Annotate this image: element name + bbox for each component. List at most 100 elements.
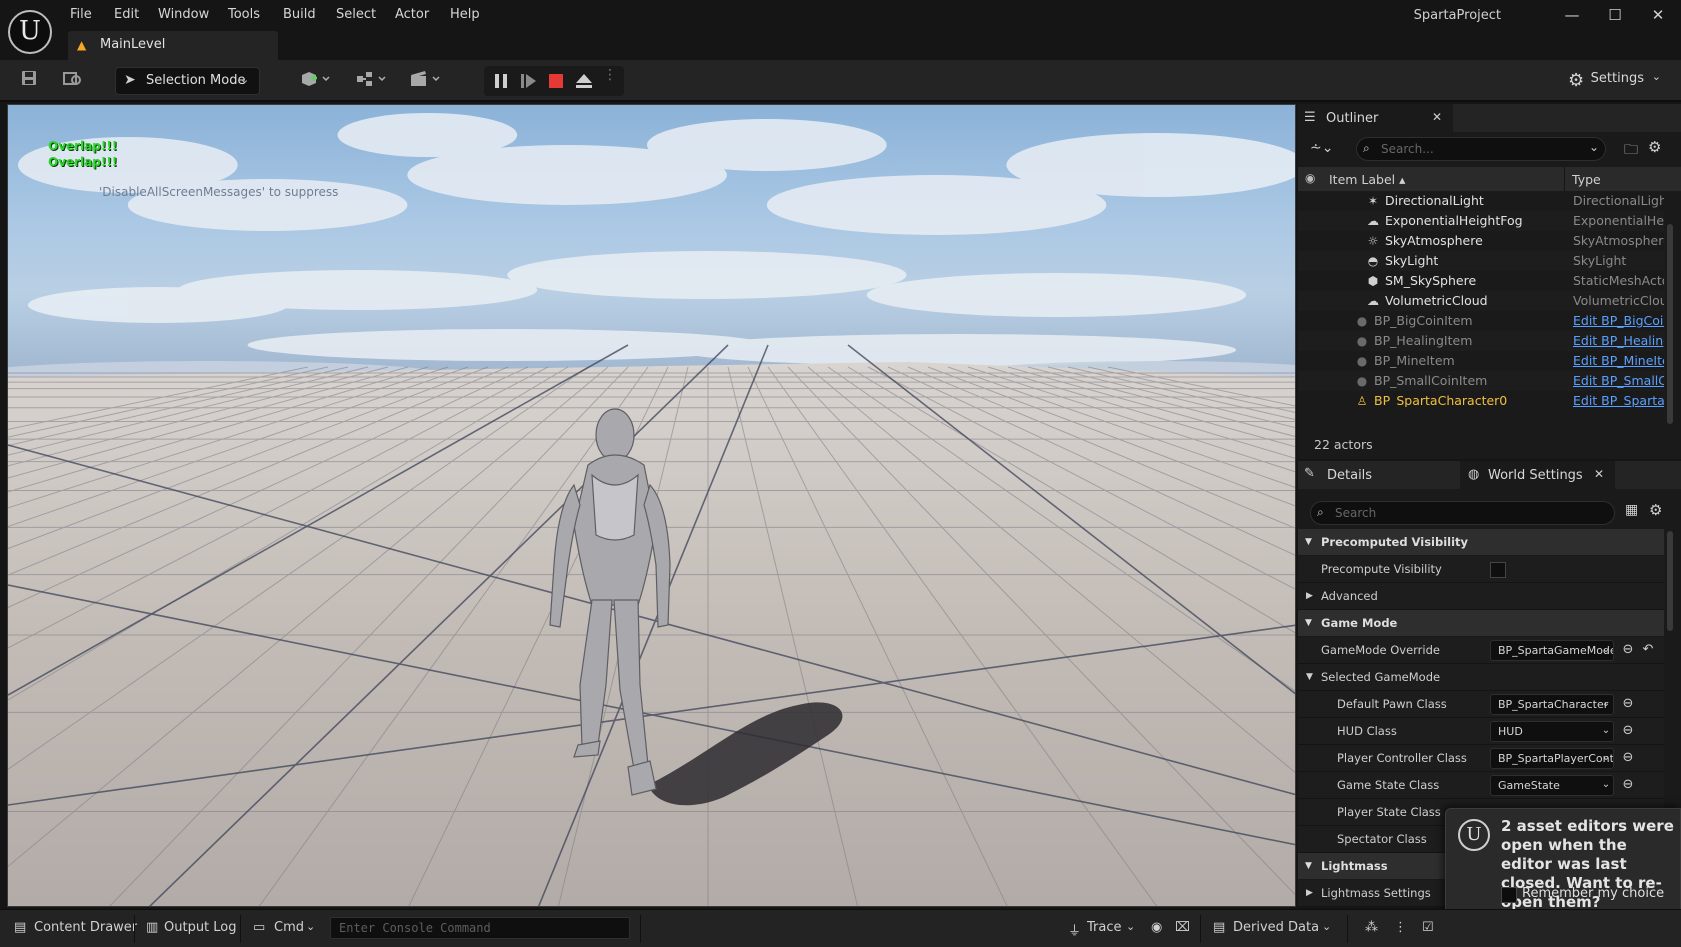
source-control-icon[interactable]: ⁂ xyxy=(1365,920,1378,935)
pause-icon[interactable] xyxy=(493,73,509,89)
advanced-section[interactable]: ▶ Advanced xyxy=(1298,583,1664,610)
outliner-item-type: DirectionalLight xyxy=(1573,193,1664,208)
unreal-logo-icon[interactable]: U xyxy=(8,10,52,54)
globe-icon: ◍ xyxy=(1468,467,1480,482)
outliner-row[interactable]: ● BP_HealingItem Edit BP_HealingItem xyxy=(1298,331,1664,351)
outliner-row[interactable]: ✶ DirectionalLight DirectionalLight xyxy=(1298,191,1664,211)
eject-icon[interactable] xyxy=(575,73,593,89)
details-scrollbar[interactable] xyxy=(1667,531,1673,631)
outliner-row[interactable]: ◓ SkyLight SkyLight xyxy=(1298,251,1664,271)
precompute-visibility-checkbox[interactable] xyxy=(1490,562,1506,578)
outliner-row[interactable]: ☼ SkyAtmosphere SkyAtmosphere xyxy=(1298,231,1664,251)
more-options-icon[interactable]: ⋮ xyxy=(1394,920,1407,935)
selected-gamemode-section[interactable]: ▼ Selected GameMode xyxy=(1298,664,1664,691)
screenshot-icon[interactable]: ⌧ xyxy=(1175,920,1190,935)
record-icon[interactable]: ◉ xyxy=(1151,920,1162,935)
edit-blueprint-link[interactable]: Edit BP_SmallCoinItem xyxy=(1573,371,1664,391)
outliner-scrollbar[interactable] xyxy=(1667,224,1673,424)
outliner-row[interactable]: ♙ BP_SpartaCharacter0 Edit BP_SpartaCharac… xyxy=(1298,391,1664,407)
details-tab-label: Details xyxy=(1327,468,1373,483)
settings-gear-icon[interactable]: ⚙ xyxy=(1568,70,1590,91)
column-divider xyxy=(1564,167,1565,191)
reset-arrow-icon[interactable]: ↶ xyxy=(1640,642,1656,658)
output-log-button[interactable]: Output Log xyxy=(164,920,237,935)
browse-asset-icon[interactable]: ⊖ xyxy=(1620,723,1636,739)
settings-gear-icon[interactable]: ⚙ xyxy=(1649,501,1662,519)
stop-icon[interactable] xyxy=(549,74,563,88)
save-icon[interactable] xyxy=(16,69,42,93)
outliner-item-type: StaticMeshActor xyxy=(1573,273,1664,288)
table-view-icon[interactable]: ▦ xyxy=(1625,502,1638,518)
overlap-message: Overlap!!! xyxy=(48,139,118,153)
outliner-row[interactable]: ☁ ExponentialHeightFog ExponentialHeightFo… xyxy=(1298,211,1664,231)
filter-icon[interactable]: ⩪⌄ xyxy=(1310,140,1333,156)
maximize-button[interactable]: ☐ xyxy=(1600,4,1630,26)
details-search-input[interactable]: ⌕ Search xyxy=(1310,501,1615,525)
browse-asset-icon[interactable]: ⊖ xyxy=(1620,642,1636,658)
chevron-down-icon: ⌄ xyxy=(1601,644,1611,655)
selection-mode-dropdown[interactable]: ➤ Selection Mode ⌄ xyxy=(115,67,260,95)
category-game-mode[interactable]: ▼ Game Mode xyxy=(1298,610,1664,636)
content-drawer-button[interactable]: Content Drawer xyxy=(34,920,137,935)
outliner-row[interactable]: ⬢ SM_SkySphere StaticMeshActor xyxy=(1298,271,1664,291)
tab-outliner[interactable]: ☰ Outliner ✕ xyxy=(1298,104,1453,132)
default-pawn-dropdown[interactable]: BP_SpartaCharacter xyxy=(1490,694,1614,715)
edit-blueprint-link[interactable]: Edit BP_HealingItem xyxy=(1573,331,1664,351)
close-window-button[interactable]: ✕ xyxy=(1643,4,1673,26)
revision-control-icon[interactable]: ☑ xyxy=(1422,920,1434,935)
close-icon[interactable]: ✕ xyxy=(1594,467,1604,481)
step-frame-icon[interactable] xyxy=(520,73,538,89)
close-icon[interactable]: ✕ xyxy=(1432,110,1442,124)
divider xyxy=(1200,915,1201,943)
expanded-arrow-icon: ▼ xyxy=(1306,672,1313,682)
edit-blueprint-link[interactable]: Edit BP_MineItem xyxy=(1573,351,1664,371)
browse-icon[interactable] xyxy=(59,69,85,93)
blueprint-icon[interactable] xyxy=(352,69,392,93)
outliner-row[interactable]: ☁ VolumetricCloud VolumetricCloud xyxy=(1298,291,1664,311)
outliner-search-input[interactable]: ⌕ Search... ⌄ xyxy=(1356,137,1606,161)
add-folder-icon[interactable]: 🗀 xyxy=(1624,139,1638,163)
menu-select[interactable]: Select xyxy=(336,5,376,25)
category-precomputed-visibility[interactable]: ▼ Precomputed Visibility xyxy=(1298,529,1664,555)
overlap-message: Overlap!!! xyxy=(48,155,118,169)
browse-asset-icon[interactable]: ⊖ xyxy=(1620,777,1636,793)
settings-gear-icon[interactable]: ⚙ xyxy=(1648,138,1661,156)
menu-build[interactable]: Build xyxy=(283,5,316,25)
player-controller-dropdown[interactable]: BP_SpartaPlayerController xyxy=(1490,748,1614,769)
minimize-button[interactable]: — xyxy=(1557,4,1587,26)
item-label-column[interactable]: Item Label ▴ xyxy=(1329,172,1405,187)
derived-data-button[interactable]: Derived Data xyxy=(1233,920,1319,935)
tab-details[interactable]: ✎ Details xyxy=(1298,461,1458,489)
cmd-dropdown[interactable]: Cmd xyxy=(274,920,304,935)
tab-world-settings[interactable]: ◍ World Settings ✕ xyxy=(1460,461,1615,489)
visibility-eye-icon[interactable]: ◉ xyxy=(1305,171,1315,185)
outliner-row[interactable]: ● BP_MineItem Edit BP_MineItem xyxy=(1298,351,1664,371)
more-options-icon[interactable]: ⋮ xyxy=(603,68,617,90)
menu-window[interactable]: Window xyxy=(158,5,209,25)
menu-help[interactable]: Help xyxy=(450,5,480,25)
type-column[interactable]: Type xyxy=(1572,172,1601,187)
menu-actor[interactable]: Actor xyxy=(395,5,429,25)
cinematics-icon[interactable] xyxy=(406,69,446,93)
remember-choice-checkbox[interactable] xyxy=(1501,887,1517,903)
add-actor-icon[interactable] xyxy=(296,69,336,93)
settings-button[interactable]: Settings xyxy=(1591,71,1644,86)
outliner-row[interactable]: ● BP_SmallCoinItem Edit BP_SmallCoinItem xyxy=(1298,371,1664,391)
hud-class-dropdown[interactable]: HUD xyxy=(1490,721,1614,742)
console-command-input[interactable]: Enter Console Command xyxy=(330,917,630,939)
menu-file[interactable]: File xyxy=(70,5,92,25)
game-state-dropdown[interactable]: GameState xyxy=(1490,775,1614,796)
outliner-row[interactable]: ● BP_BigCoinItem Edit BP_BigCoinItem xyxy=(1298,311,1664,331)
menu-edit[interactable]: Edit xyxy=(114,5,139,25)
menu-tools[interactable]: Tools xyxy=(228,5,260,25)
trace-dropdown[interactable]: Trace xyxy=(1087,920,1122,935)
edit-blueprint-link[interactable]: Edit BP_SpartaCharacter xyxy=(1573,391,1664,407)
browse-asset-icon[interactable]: ⊖ xyxy=(1620,750,1636,766)
outliner-item-label: BP_HealingItem xyxy=(1374,333,1473,348)
browse-asset-icon[interactable]: ⊖ xyxy=(1620,696,1636,712)
level-tab[interactable]: ▲ MainLevel xyxy=(68,31,278,60)
edit-blueprint-link[interactable]: Edit BP_BigCoinItem xyxy=(1573,311,1664,331)
level-viewport[interactable]: Overlap!!! Overlap!!! 'DisableAllScreenM… xyxy=(7,104,1296,907)
chevron-down-icon: ⌄ xyxy=(240,73,250,86)
gamemode-override-dropdown[interactable]: BP_SpartaGameMode xyxy=(1490,640,1614,661)
